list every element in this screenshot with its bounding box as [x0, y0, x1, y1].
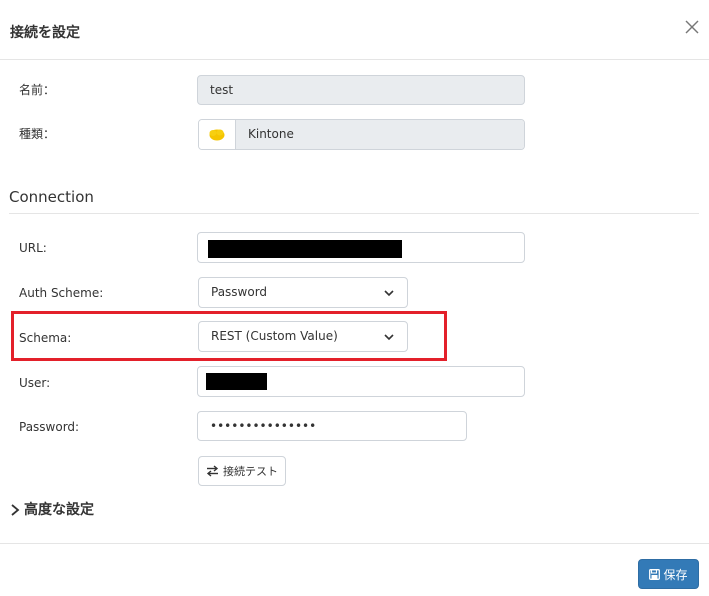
save-label: 保存	[663, 567, 688, 582]
name-field: test	[197, 75, 525, 105]
schema-label: Schema:	[19, 331, 72, 345]
auth-scheme-label: Auth Scheme:	[19, 286, 104, 300]
connection-test-button[interactable]: 接続テスト	[198, 456, 286, 486]
auth-scheme-select[interactable]: Password	[198, 277, 408, 308]
section-divider	[9, 213, 699, 214]
type-addon	[199, 120, 236, 149]
name-label: 名前：	[19, 83, 56, 97]
type-field-group: Kintone	[198, 119, 525, 150]
url-input[interactable]	[197, 232, 525, 263]
password-input[interactable]: •••••••••••••••	[197, 411, 467, 441]
schema-value: REST (Custom Value)	[211, 329, 338, 343]
auth-scheme-value: Password	[211, 285, 268, 299]
url-label: URL:	[19, 241, 47, 255]
connection-test-label: 接続テスト	[223, 465, 278, 478]
swap-arrows-icon	[206, 465, 219, 477]
redacted-user	[206, 373, 267, 390]
chevron-down-icon	[384, 290, 394, 297]
connection-section-title: Connection	[9, 188, 94, 206]
kintone-logo-icon	[209, 129, 225, 140]
password-value: •••••••••••••••	[210, 419, 317, 433]
schema-select[interactable]: REST (Custom Value)	[198, 321, 408, 352]
save-button[interactable]: 保存	[638, 559, 699, 589]
user-input[interactable]	[197, 366, 525, 397]
close-button[interactable]	[684, 19, 702, 37]
advanced-settings-toggle[interactable]: 高度な設定	[10, 501, 94, 519]
modal-header: 接続を設定	[0, 0, 709, 60]
close-icon	[685, 20, 699, 34]
advanced-settings-label: 高度な設定	[24, 502, 94, 518]
modal-title: 接続を設定	[10, 25, 80, 41]
type-label: 種類：	[19, 127, 56, 141]
password-label: Password:	[19, 420, 80, 434]
type-field: Kintone	[236, 120, 524, 149]
chevron-down-icon	[384, 334, 394, 341]
redacted-url	[208, 240, 402, 258]
chevron-right-icon	[11, 504, 20, 516]
footer-divider	[0, 543, 709, 544]
save-icon	[649, 568, 661, 580]
user-label: User:	[19, 376, 51, 390]
